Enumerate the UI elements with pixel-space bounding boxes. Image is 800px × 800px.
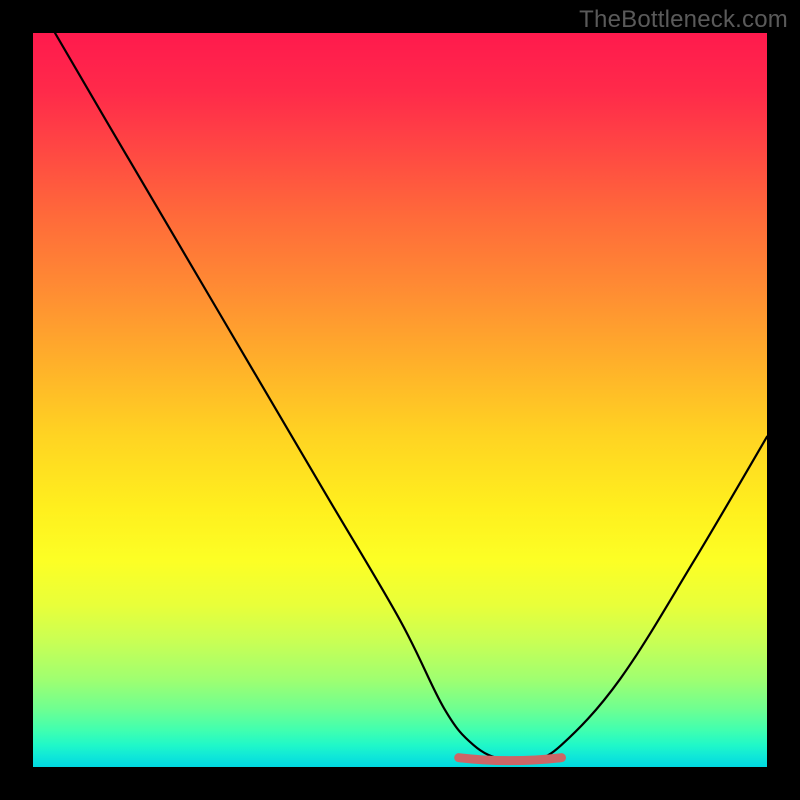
watermark-text: TheBottleneck.com [579,6,788,34]
bottleneck-curve-path [55,33,767,762]
plot-area [33,33,767,767]
optimum-flat-segment [459,758,562,761]
bottleneck-curve-svg [33,33,767,767]
